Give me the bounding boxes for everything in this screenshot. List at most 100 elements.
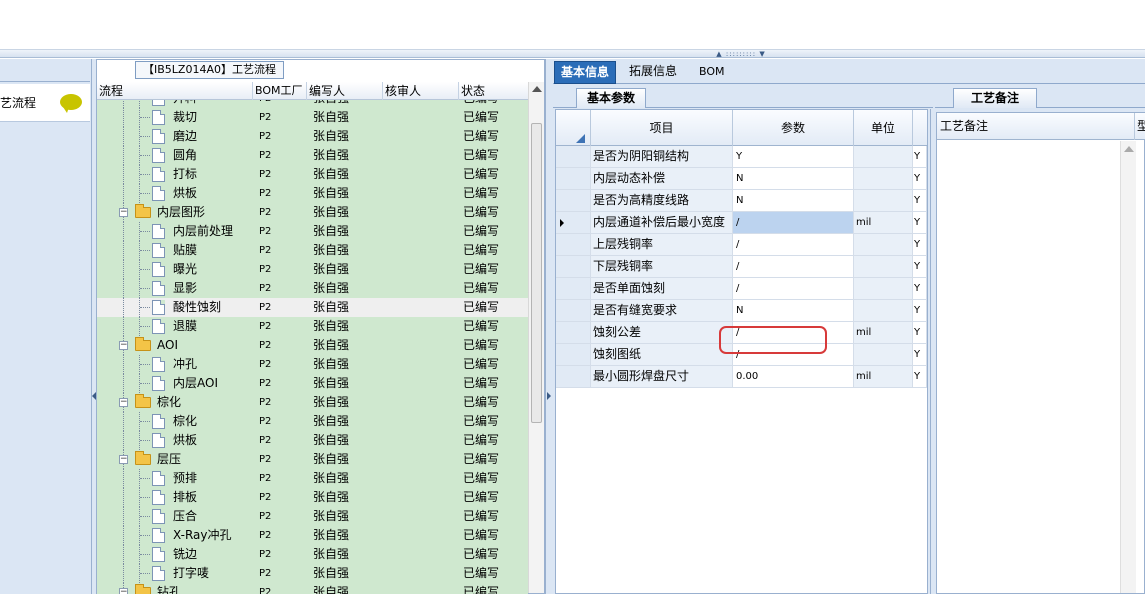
collapse-toggle-icon[interactable]: − — [119, 398, 128, 407]
row-header[interactable] — [556, 322, 591, 343]
param-flag-cell[interactable]: Y — [913, 278, 927, 299]
param-row[interactable]: 内层动态补偿 N Y — [556, 168, 927, 190]
param-flag-cell[interactable]: Y — [913, 234, 927, 255]
tree-row[interactable]: − 钻孔 P2 张自强 已编写 — [97, 583, 528, 594]
tree-row[interactable]: 贴膜 P2 张自强 已编写 — [97, 241, 528, 260]
param-value-cell[interactable]: Y — [733, 146, 854, 167]
tab-extended-info[interactable]: 拓展信息 — [623, 61, 683, 84]
col-bom[interactable]: BOM工厂 — [253, 82, 307, 100]
param-row[interactable]: 上层残铜率 / Y — [556, 234, 927, 256]
notes-scrollbar[interactable] — [1120, 141, 1136, 593]
tree-row[interactable]: 烘板 P2 张自强 已编写 — [97, 184, 528, 203]
row-header[interactable] — [556, 212, 591, 233]
param-value-cell[interactable]: N — [733, 300, 854, 321]
row-header[interactable] — [556, 168, 591, 189]
param-flag-cell[interactable]: Y — [913, 212, 927, 233]
horizontal-splitter[interactable]: ▲ ::::::::: ▼ — [0, 50, 1145, 58]
col-param[interactable]: 参数 — [733, 110, 854, 146]
tree-row[interactable]: 裁切 P2 张自强 已编写 — [97, 108, 528, 127]
tab-process-notes[interactable]: 工艺备注 — [953, 88, 1037, 108]
param-value-cell[interactable]: / — [733, 256, 854, 277]
collapse-toggle-icon[interactable]: − — [119, 455, 128, 464]
tree-row[interactable]: 打字唛 P2 张自强 已编写 — [97, 564, 528, 583]
param-value-cell[interactable]: / — [733, 212, 854, 233]
tree-row[interactable]: 退膜 P2 张自强 已编写 — [97, 317, 528, 336]
row-header[interactable] — [556, 234, 591, 255]
tree-row[interactable]: 烘板 P2 张自强 已编写 — [97, 431, 528, 450]
tree-row[interactable]: 曝光 P2 张自强 已编写 — [97, 260, 528, 279]
tree-row[interactable]: − 层压 P2 张自强 已编写 — [97, 450, 528, 469]
tree-row[interactable]: 冲孔 P2 张自强 已编写 — [97, 355, 528, 374]
tree-row[interactable]: 内层AOI P2 张自强 已编写 — [97, 374, 528, 393]
param-row[interactable]: 最小圆形焊盘尺寸 0.00 mil Y — [556, 366, 927, 388]
tree-row[interactable]: 磨边 P2 张自强 已编写 — [97, 127, 528, 146]
scroll-up-icon[interactable] — [532, 86, 542, 92]
param-row[interactable]: 下层残铜率 / Y — [556, 256, 927, 278]
param-row[interactable]: 是否为阴阳铜结构 Y Y — [556, 146, 927, 168]
tree-row[interactable]: 酸性蚀刻 P2 张自强 已编写 — [97, 298, 528, 317]
tree-row[interactable]: − 内层图形 P2 张自强 已编写 — [97, 203, 528, 222]
tree-row[interactable]: 打标 P2 张自强 已编写 — [97, 165, 528, 184]
param-value-cell[interactable]: / — [733, 278, 854, 299]
tree-row[interactable]: 压合 P2 张自强 已编写 — [97, 507, 528, 526]
col-writer[interactable]: 编写人 — [307, 82, 383, 100]
collapse-toggle-icon[interactable]: − — [119, 341, 128, 350]
param-flag-cell[interactable]: Y — [913, 168, 927, 189]
param-flag-cell[interactable]: Y — [913, 322, 927, 343]
tab-bom[interactable]: BOM — [693, 61, 731, 84]
param-row[interactable]: 是否为高精度线路 N Y — [556, 190, 927, 212]
tree-row[interactable]: X-Ray冲孔 P2 张自强 已编写 — [97, 526, 528, 545]
tree-row[interactable]: − AOI P2 张自强 已编写 — [97, 336, 528, 355]
row-header[interactable] — [556, 344, 591, 365]
col-notes[interactable]: 工艺备注 — [940, 113, 988, 140]
param-value-cell[interactable]: N — [733, 190, 854, 211]
col-reviewer[interactable]: 核审人 — [383, 82, 459, 100]
col-flow[interactable]: 流程 — [97, 82, 253, 100]
row-header[interactable] — [556, 256, 591, 277]
scroll-thumb[interactable] — [531, 123, 542, 423]
tree-row[interactable]: 铣边 P2 张自强 已编写 — [97, 545, 528, 564]
col-status[interactable]: 状态 — [459, 82, 528, 100]
param-flag-cell[interactable]: Y — [913, 344, 927, 365]
tree-row[interactable]: 显影 P2 张自强 已编写 — [97, 279, 528, 298]
param-flag-cell[interactable]: Y — [913, 256, 927, 277]
param-row[interactable]: 是否单面蚀刻 / Y — [556, 278, 927, 300]
tree-row[interactable]: 排板 P2 张自强 已编写 — [97, 488, 528, 507]
col-unit[interactable]: 单位 — [854, 110, 913, 146]
subtab-basic-params[interactable]: 基本参数 — [576, 88, 647, 108]
param-row[interactable]: 是否有缝宽要求 N Y — [556, 300, 927, 322]
bom-cell: P2 — [259, 207, 272, 218]
tree-row[interactable]: 预排 P2 张自强 已编写 — [97, 469, 528, 488]
notes-scroll-up-icon[interactable] — [1124, 146, 1134, 152]
param-flag-cell[interactable]: Y — [913, 146, 927, 167]
tree-scrollbar[interactable] — [528, 82, 544, 593]
tree-row[interactable]: − 棕化 P2 张自强 已编写 — [97, 393, 528, 412]
select-all-icon[interactable] — [576, 134, 585, 143]
row-header[interactable] — [556, 278, 591, 299]
param-value-cell[interactable]: N — [733, 168, 854, 189]
row-header[interactable] — [556, 300, 591, 321]
middle-splitter[interactable] — [545, 59, 553, 594]
splitter-grip-icon[interactable]: ▲ ::::::::: ▼ — [710, 51, 772, 58]
param-flag-cell[interactable]: Y — [913, 190, 927, 211]
tab-basic-info[interactable]: 基本信息 — [554, 61, 617, 84]
tree-row[interactable]: 内层前处理 P2 张自强 已编写 — [97, 222, 528, 241]
tree-row[interactable]: 棕化 P2 张自强 已编写 — [97, 412, 528, 431]
param-value-cell[interactable]: / — [733, 234, 854, 255]
col-item[interactable]: 项目 — [591, 110, 733, 146]
param-value-cell[interactable]: 0.00 — [733, 366, 854, 387]
col-type[interactable]: 型 — [1137, 113, 1145, 140]
collapse-toggle-icon[interactable]: − — [119, 208, 128, 217]
row-header[interactable] — [556, 190, 591, 211]
row-header[interactable] — [556, 366, 591, 387]
tree-row[interactable]: 圆角 P2 张自强 已编写 — [97, 146, 528, 165]
row-header[interactable] — [556, 146, 591, 167]
collapse-toggle-icon[interactable]: − — [119, 588, 128, 594]
param-flag-cell[interactable]: Y — [913, 366, 927, 387]
param-flag-cell[interactable]: Y — [913, 300, 927, 321]
grid-corner[interactable] — [556, 110, 591, 146]
tree-row[interactable]: 开料 P2 张自强 已编写 — [97, 100, 528, 108]
nav-item-process-flow[interactable]: 艺流程 — [0, 84, 90, 122]
col-flag[interactable] — [913, 110, 927, 146]
param-row[interactable]: 内层通道补偿后最小宽度 / mil Y — [556, 212, 927, 234]
